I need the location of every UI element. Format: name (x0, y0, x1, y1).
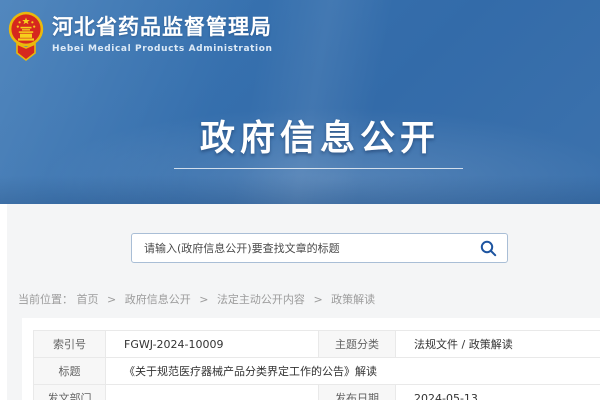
org-name-en: Hebei Medical Products Administration (52, 44, 273, 54)
field-label-publish-date: 发布日期 (319, 385, 396, 400)
site-logo-link[interactable]: 河北省药品监督管理局 Hebei Medical Products Admini… (8, 10, 273, 62)
breadcrumb-separator: > (199, 293, 208, 306)
document-info-table: 索引号 FGWJ-2024-10009 主题分类 法规文件 / 政策解读 标题 … (33, 330, 600, 400)
breadcrumb-separator: > (313, 293, 322, 306)
breadcrumb-link-policy-interpretation[interactable]: 政策解读 (331, 293, 375, 306)
breadcrumb-prefix: 当前位置： (18, 293, 73, 306)
field-value-publish-date: 2024-05-13 (396, 385, 600, 400)
field-label-topic-category: 主题分类 (319, 331, 396, 358)
document-info-card: 索引号 FGWJ-2024-10009 主题分类 法规文件 / 政策解读 标题 … (22, 318, 600, 400)
breadcrumb-link-statutory-disclosure[interactable]: 法定主动公开内容 (217, 293, 305, 306)
field-value-index-no: FGWJ-2024-10009 (106, 331, 319, 358)
page-banner-title: 政府信息公开 (0, 110, 600, 161)
breadcrumb: 当前位置： 首页 > 政府信息公开 > 法定主动公开内容 > 政策解读 (18, 291, 375, 307)
field-value-issuing-dept (106, 385, 319, 400)
table-row: 发文部门 发布日期 2024-05-13 (34, 385, 600, 400)
field-value-title: 《关于规范医疗器械产品分类界定工作的公告》解读 (106, 358, 600, 385)
table-row: 索引号 FGWJ-2024-10009 主题分类 法规文件 / 政策解读 (34, 331, 600, 358)
banner-underline-divider (174, 168, 463, 169)
field-label-index-no: 索引号 (34, 331, 106, 358)
org-name-cn: 河北省药品监督管理局 (52, 16, 273, 39)
search-button[interactable] (469, 234, 507, 262)
search-box (131, 233, 508, 263)
field-label-issuing-dept: 发文部门 (34, 385, 106, 400)
page: 河北省药品监督管理局 Hebei Medical Products Admini… (0, 0, 600, 400)
field-label-title: 标题 (34, 358, 106, 385)
field-value-topic-category: 法规文件 / 政策解读 (396, 331, 600, 358)
national-emblem-icon (8, 10, 44, 62)
breadcrumb-link-home[interactable]: 首页 (77, 293, 99, 306)
brand-text: 河北省药品监督管理局 Hebei Medical Products Admini… (52, 10, 273, 54)
search-input[interactable] (132, 234, 469, 262)
hero-banner: 河北省药品监督管理局 Hebei Medical Products Admini… (0, 0, 600, 204)
search-icon (480, 240, 497, 257)
breadcrumb-separator: > (107, 293, 116, 306)
table-row: 标题 《关于规范医疗器械产品分类界定工作的公告》解读 (34, 358, 600, 385)
breadcrumb-link-gov-info[interactable]: 政府信息公开 (125, 293, 191, 306)
